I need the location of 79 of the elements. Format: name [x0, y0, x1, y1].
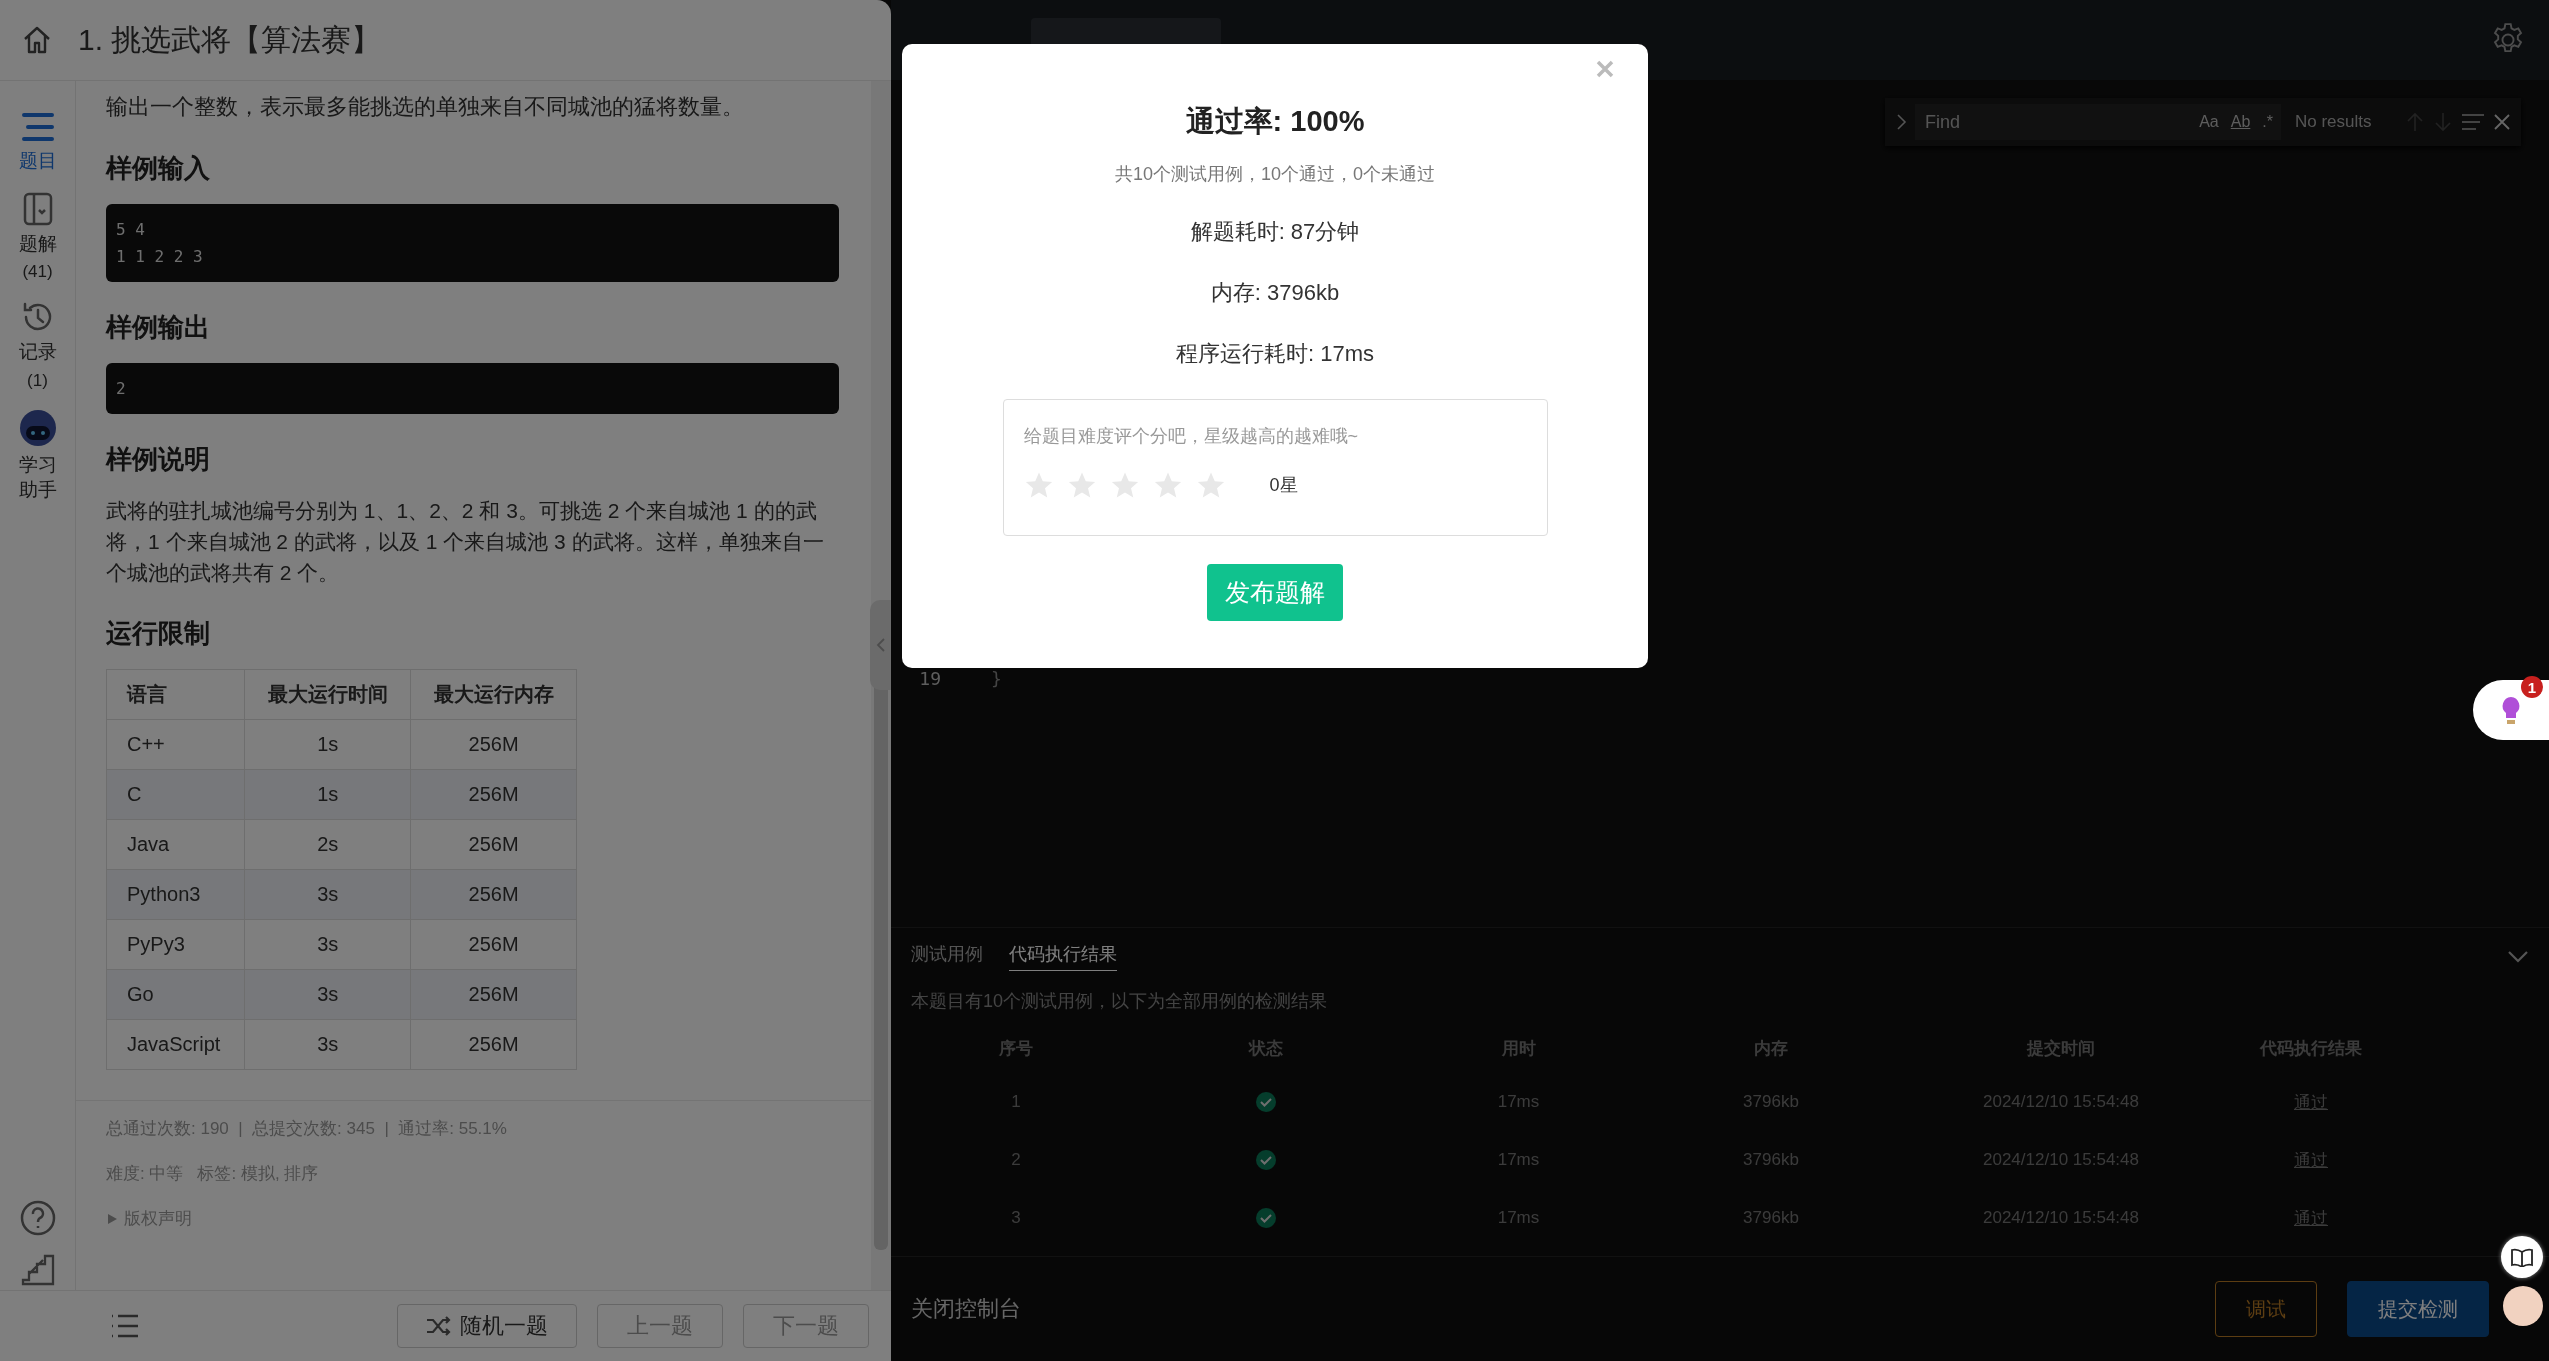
table-cell: 256M	[410, 1019, 577, 1070]
triangle-icon	[106, 1212, 118, 1225]
code-block: 5 4 1 1 2 2 3	[106, 204, 839, 282]
home-icon[interactable]	[22, 25, 52, 55]
test-summary: 共10个测试用例，10个通过，0个未通过	[1114, 163, 1436, 186]
sidebar-item[interactable]: 学习助手	[2, 409, 73, 503]
robot-icon	[18, 409, 57, 448]
result-detail: 程序运行耗时: 17ms	[1176, 340, 1374, 368]
column-header: 最大运行时间	[244, 669, 411, 720]
publish-button[interactable]: 发布题解	[1207, 564, 1343, 621]
table-cell: Python3	[106, 869, 245, 920]
paragraph: 输出一个整数，表示最多能挑选的单独来自不同城池的猛将数量。	[106, 93, 745, 121]
table-cell: C++	[106, 719, 245, 770]
result-detail: 解题耗时: 87分钟	[1190, 218, 1360, 246]
section-heading: 运行限制	[106, 617, 211, 650]
lines-icon[interactable]	[2461, 113, 2485, 131]
debug-button[interactable]: 调试	[2215, 1281, 2317, 1337]
sidebar-item[interactable]: 题解 (41)	[2, 191, 73, 283]
table-cell: JavaScript	[106, 1019, 245, 1070]
section-heading: 样例输出	[106, 311, 211, 344]
result-detail: 内存: 3796kb	[1210, 279, 1340, 307]
section-heading: 样例说明	[106, 443, 211, 476]
chevron-down-icon[interactable]	[2507, 949, 2529, 964]
code-block: 2	[106, 363, 839, 414]
column-header: 语言	[106, 669, 245, 720]
sidebar-item[interactable]: 题目	[2, 111, 73, 174]
table-cell: 1s	[244, 719, 411, 770]
help-icon[interactable]	[19, 1200, 56, 1236]
book-icon	[22, 191, 53, 226]
nav-button[interactable]: 随机一题	[397, 1304, 577, 1348]
guide-button[interactable]	[2501, 1236, 2543, 1278]
table-cell: 256M	[410, 819, 577, 870]
table-cell: 3s	[244, 1019, 411, 1070]
sidebar-item[interactable]: 记录 (1)	[2, 300, 73, 392]
notification-badge: 1	[2521, 676, 2543, 698]
shuffle-icon	[426, 1316, 452, 1336]
paragraph: 武将的驻扎城池编号分别为 1、1、2、2 和 3。可挑选 2 个来自城池 1 的的武将，1 个来自城池 2 的武将，以及 1 个来自城池 3 的武将。这样，单独来自一个城池的武将共有 2 个。	[106, 498, 825, 586]
table-cell: 256M	[410, 869, 577, 920]
close-icon[interactable]	[1596, 60, 1614, 78]
table-cell: 3s	[244, 969, 411, 1020]
table-cell: Java	[106, 819, 245, 870]
column-header: 最大运行内存	[410, 669, 577, 720]
table-cell: 3s	[244, 869, 411, 920]
problem-title: 1. 挑选武将【算法赛】	[78, 21, 382, 58]
close-console-link[interactable]: 关闭控制台	[911, 1294, 1021, 1324]
find-option[interactable]: .*	[2262, 113, 2273, 131]
table-cell: 2s	[244, 819, 411, 870]
find-field[interactable]: Find Aa Ab .*	[1915, 104, 2281, 140]
table-cell: 256M	[410, 969, 577, 1020]
dialog-title: 通过率: 100%	[1185, 104, 1365, 139]
close-icon[interactable]	[2493, 113, 2511, 131]
console-tab[interactable]: 代码执行结果	[1009, 942, 1117, 971]
result-description: 本题目有10个测试用例，以下为全部用例的检测结果	[911, 990, 1329, 1013]
table-cell: 1s	[244, 769, 411, 820]
book-icon	[2510, 1247, 2534, 1267]
table-cell: 3s	[244, 919, 411, 970]
menu-icon[interactable]	[110, 1313, 140, 1339]
table-cell: 256M	[410, 769, 577, 820]
find-option[interactable]: Aa	[2199, 113, 2219, 131]
table-cell: C	[106, 769, 245, 820]
table-cell: 256M	[410, 919, 577, 970]
collapse-handle[interactable]	[870, 600, 891, 690]
rating-value: 0星	[1269, 474, 1298, 497]
rating-prompt: 给题目难度评个分吧，星级越高的越难哦~	[1023, 425, 1359, 448]
list-icon	[19, 111, 56, 143]
table-cell: Go	[106, 969, 245, 1020]
table-cell: PyPy3	[106, 919, 245, 970]
section-heading: 样例输入	[106, 152, 211, 185]
find-option[interactable]: Ab	[2230, 113, 2251, 131]
line-number: 19	[918, 668, 941, 689]
table-cell: 256M	[410, 719, 577, 770]
chevron-icon[interactable]	[1895, 113, 1907, 131]
find-status: No results	[2295, 112, 2372, 132]
avatar[interactable]	[2503, 1286, 2543, 1326]
code-line: }	[991, 668, 1002, 689]
stairs-icon[interactable]	[20, 1254, 55, 1286]
submit-button[interactable]: 提交检测	[2347, 1281, 2489, 1337]
scrollbar[interactable]	[871, 81, 891, 1290]
console-tab[interactable]: 测试用例	[911, 942, 983, 971]
